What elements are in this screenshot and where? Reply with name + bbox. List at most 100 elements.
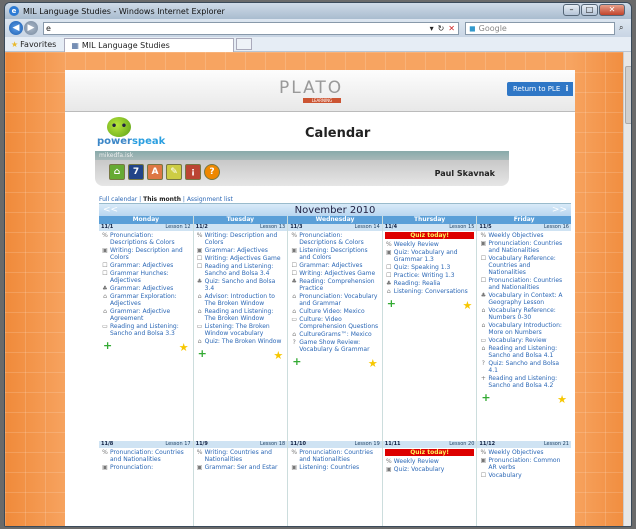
activity-item[interactable]: ▭ Culture: Video Comprehension Questions: [290, 316, 380, 330]
activity-item[interactable]: % Weekly Review: [385, 458, 475, 465]
activity-item[interactable]: ▣ Writing: Description and Colors: [101, 247, 191, 261]
week2-cell: 11/11 Lesson 20 Quiz today!% Weekly Review ▣…: [382, 441, 477, 475]
return-to-ple-button[interactable]: Return to PLE: [507, 82, 567, 96]
favorite-star-icon[interactable]: ★: [368, 357, 378, 370]
activity-item[interactable]: ☐ Writing: Adjectives Game: [290, 270, 380, 277]
grades-icon[interactable]: A: [147, 164, 163, 180]
activity-item[interactable]: ▣ Quiz: Vocabulary: [385, 466, 475, 473]
activity-item[interactable]: ⌂ Reading and Listening: Sancho and Bolsa…: [479, 345, 569, 359]
activity-label: Vocabulary Reference: Numbers 0-30: [488, 307, 556, 321]
maximize-button[interactable]: □: [581, 4, 598, 16]
activity-item[interactable]: ▣ Grammar: Ser and Estar: [196, 464, 286, 471]
favorites-button[interactable]: Favorites: [20, 40, 56, 49]
activity-item[interactable]: ▣ Listening: Countries: [290, 464, 380, 471]
activity-item[interactable]: ⌂ Culture Video: Mexico: [290, 308, 380, 315]
day-column: Thursday 11/4 Lesson 15 Quiz today!% Weekly …: [382, 216, 477, 526]
activity-item[interactable]: ⌂ Reading and Listening: The Broken Windo…: [196, 308, 286, 322]
address-field[interactable]: e ▾ ↻ ✕: [43, 21, 459, 35]
search-icon[interactable]: ⌕: [619, 23, 623, 33]
next-month-button[interactable]: >>: [552, 205, 567, 215]
activity-item[interactable]: ? Game Show Review: Vocabulary & Grammar: [290, 339, 380, 353]
activity-item[interactable]: ▣ Quiz: Vocabulary and Grammar 1.3: [385, 249, 475, 263]
activity-label: Pronunciation:: [110, 464, 154, 471]
activity-item[interactable]: ▭ Reading and Listening: Sancho and Bolsa…: [101, 323, 191, 337]
search-input[interactable]: ◼ Google: [465, 21, 615, 35]
activity-item[interactable]: % Pronunciation: Descriptions & Colors: [290, 232, 380, 246]
home-icon[interactable]: ⌂: [109, 164, 125, 180]
activity-item[interactable]: ▣ Pronunciation:: [101, 464, 191, 471]
dictionary-icon[interactable]: ¡: [185, 164, 201, 180]
close-button[interactable]: ✕: [599, 4, 625, 16]
activity-item[interactable]: + Reading and Listening: Sancho and Bolsa…: [479, 375, 569, 389]
activity-item[interactable]: ⌂ Vocabulary Reference: Numbers 0-30: [479, 307, 569, 321]
activity-item[interactable]: ⌂ CultureGrams™: Mexico: [290, 331, 380, 338]
dropdown-icon[interactable]: ▾: [430, 24, 434, 33]
activity-item[interactable]: ☐ Quiz: Speaking 1.3: [385, 264, 475, 271]
activity-item[interactable]: ☐ Reading and Listening: Sancho and Bolsa…: [196, 263, 286, 277]
calendar-icon[interactable]: 7: [128, 164, 144, 180]
activity-item[interactable]: ⌂ Listening: Conversations: [385, 288, 475, 295]
activity-item[interactable]: ☐ Practice: Writing 1.3: [385, 272, 475, 279]
prev-month-button[interactable]: <<: [103, 205, 118, 215]
refresh-icon[interactable]: ↻: [438, 24, 445, 33]
activity-item[interactable]: % Weekly Review: [385, 241, 475, 248]
back-button[interactable]: ◀: [9, 21, 23, 35]
activity-item[interactable]: ▣ Grammar: Adjectives: [196, 247, 286, 254]
browser-tab[interactable]: ▦ MIL Language Studies: [64, 37, 235, 52]
add-activity-icon[interactable]: +: [103, 339, 112, 352]
activity-item[interactable]: % Pronunciation: Countries and Nationalit…: [290, 449, 380, 463]
favorite-star-icon[interactable]: ★: [557, 393, 567, 406]
add-activity-icon[interactable]: +: [387, 297, 396, 310]
activity-item[interactable]: ☐ Writing: Adjectives Game: [196, 255, 286, 262]
activity-item[interactable]: ☐ Grammar Hunches: Adjectives: [101, 270, 191, 284]
activity-item[interactable]: % Pronunciation: Countries and Nationalit…: [101, 449, 191, 463]
add-activity-icon[interactable]: +: [292, 355, 301, 368]
activity-item[interactable]: ♣ Quiz: Sancho and Bolsa 3.4: [196, 278, 286, 292]
activity-label: Quiz: Sancho and Bolsa 4.1: [488, 360, 560, 374]
forward-button[interactable]: ▶: [24, 21, 38, 35]
activity-list: % Pronunciation: Descriptions & Colors ▣ Wr…: [99, 231, 193, 339]
activity-item[interactable]: ⌂ Quiz: The Broken Window: [196, 338, 286, 345]
full-calendar-link[interactable]: Full calendar: [99, 196, 137, 203]
activity-item[interactable]: ☐ Grammar: Adjectives: [101, 262, 191, 269]
activity-item[interactable]: % Writing: Countries and Nationalities: [196, 449, 286, 463]
favorite-star-icon[interactable]: ★: [463, 299, 473, 312]
minimize-button[interactable]: –: [563, 4, 580, 16]
activity-item[interactable]: % Weekly Objectives: [479, 449, 569, 456]
activity-item[interactable]: ☐ Vocabulary Reference: Countries and Nat…: [479, 255, 569, 276]
activity-item[interactable]: ⌂ Pronunciation: Vocabulary and Grammar: [290, 293, 380, 307]
activity-item[interactable]: ☐ Vocabulary: [479, 472, 569, 479]
info-icon[interactable]: i: [561, 82, 573, 96]
activity-item[interactable]: % Weekly Objectives: [479, 232, 569, 239]
page-scrollbar[interactable]: [623, 52, 631, 526]
activity-item[interactable]: ⌂ Vocabulary Introduction: More on Number…: [479, 322, 569, 336]
favorite-star-icon[interactable]: ★: [273, 349, 283, 362]
activity-item[interactable]: % Writing: Description and Colors: [196, 232, 286, 246]
activity-item[interactable]: ▣ Pronunciation: Countries and Nationalit…: [479, 240, 569, 254]
activity-item[interactable]: ▭ Vocabulary: Review: [479, 337, 569, 344]
add-activity-icon[interactable]: +: [198, 347, 207, 360]
favorite-star-icon[interactable]: ★: [179, 341, 189, 354]
notes-icon[interactable]: ✎: [166, 164, 182, 180]
activity-item[interactable]: ⌂ Advisor: Introduction to The Broken Win…: [196, 293, 286, 307]
new-tab-button[interactable]: [236, 38, 253, 50]
activity-item[interactable]: ▣ Listening: Descriptions and Colors: [290, 247, 380, 261]
activity-item[interactable]: ⌂ Grammar Exploration: Adjectives: [101, 293, 191, 307]
activity-item[interactable]: ▭ Listening: The Broken Window vocabulary: [196, 323, 286, 337]
activity-item[interactable]: ♣ Reading: Realia: [385, 280, 475, 287]
activity-item[interactable]: ♣ Vocabulary in Context: A Geography Less…: [479, 292, 569, 306]
scrollbar-thumb[interactable]: [625, 66, 631, 124]
add-activity-icon[interactable]: +: [481, 391, 490, 404]
activity-item[interactable]: ▣ Pronunciation: Common AR verbs: [479, 457, 569, 471]
cell-lesson: Lesson 20: [449, 441, 475, 447]
stop-icon[interactable]: ✕: [448, 24, 455, 33]
activity-item[interactable]: ♣ Grammar: Adjectives: [101, 285, 191, 292]
help-icon[interactable]: ?: [204, 164, 220, 180]
assignment-list-link[interactable]: Assignment list: [187, 196, 233, 203]
activity-item[interactable]: ♣ Reading: Comprehension Practice: [290, 278, 380, 292]
activity-item[interactable]: ⌂ Grammar: Adjective Agreement: [101, 308, 191, 322]
activity-item[interactable]: ? Quiz: Sancho and Bolsa 4.1: [479, 360, 569, 374]
activity-item[interactable]: % Pronunciation: Descriptions & Colors: [101, 232, 191, 246]
activity-item[interactable]: ☐ Pronunciation: Countries and Nationalit…: [479, 277, 569, 291]
activity-item[interactable]: ☐ Grammar: Adjectives: [290, 262, 380, 269]
